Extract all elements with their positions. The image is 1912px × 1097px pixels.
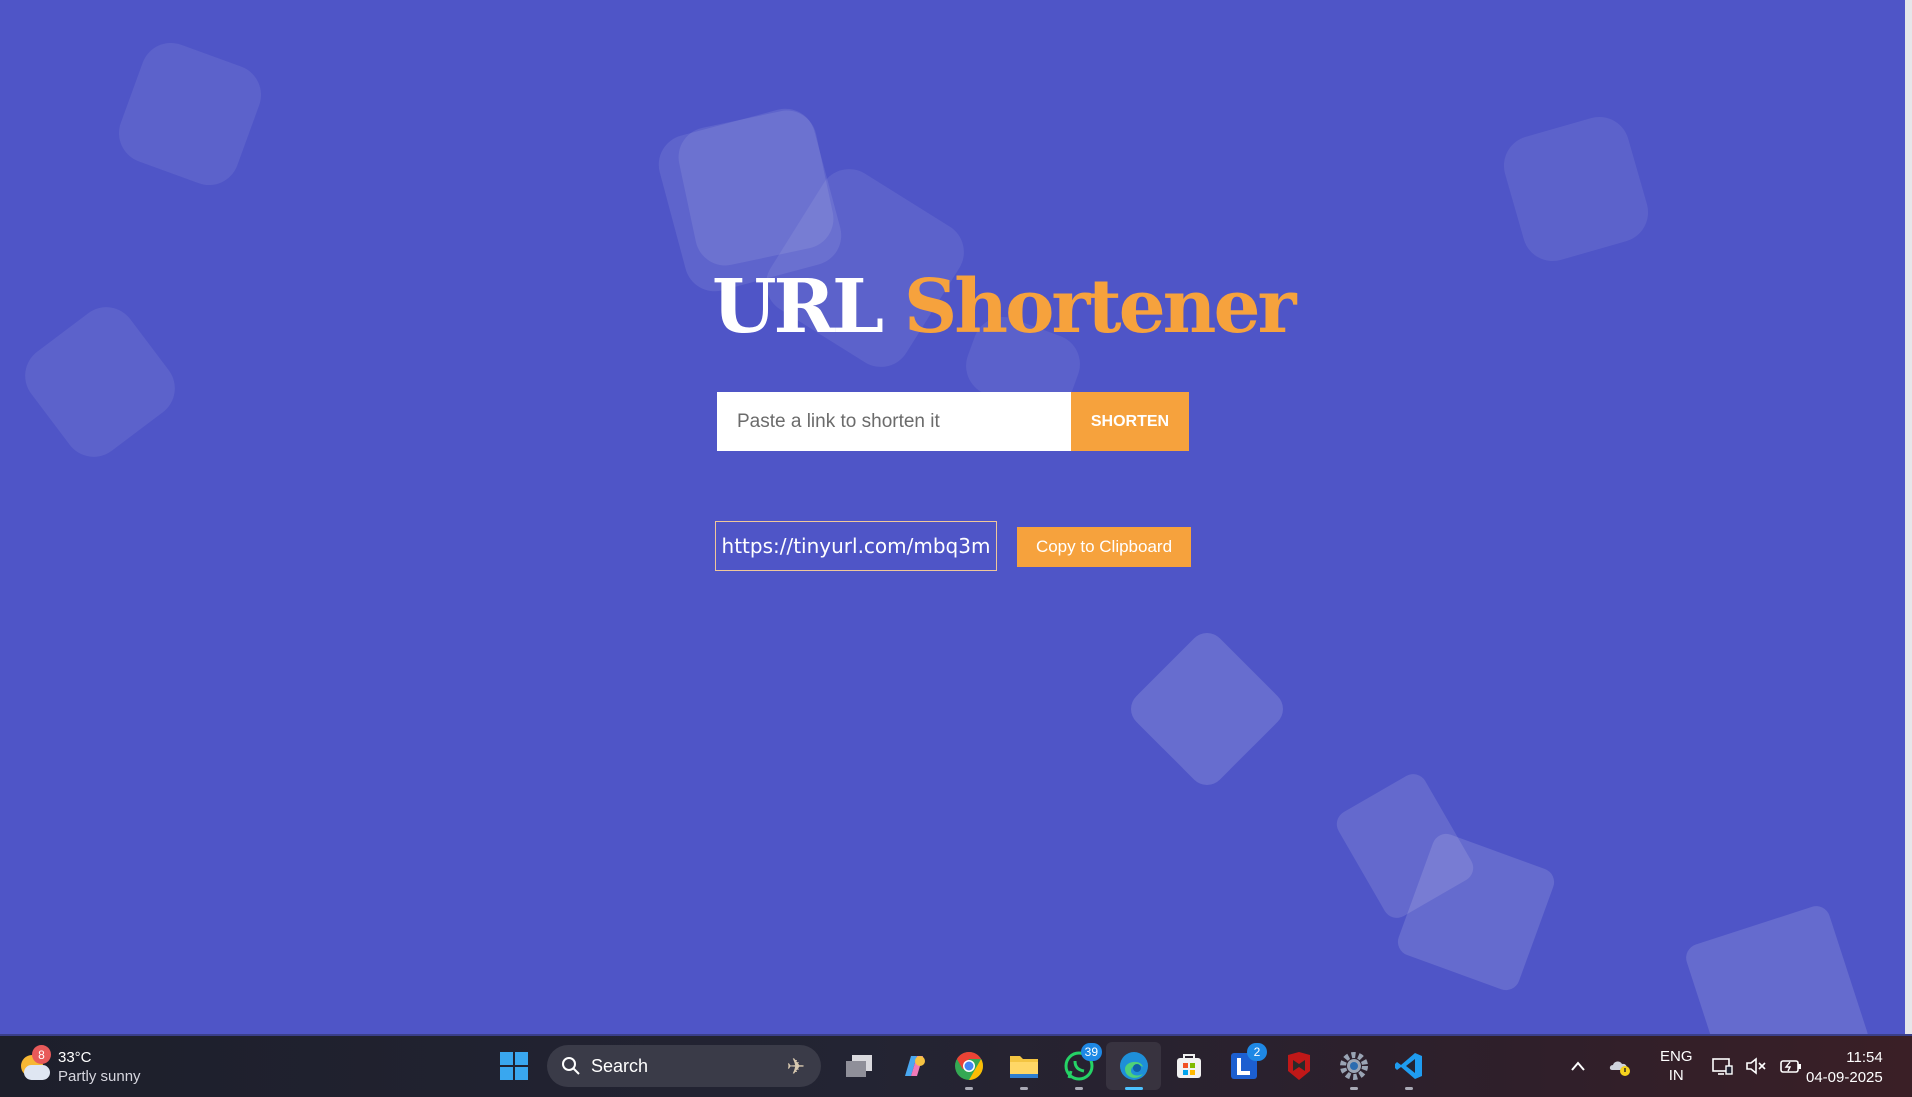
decorative-shape <box>110 34 270 194</box>
decorative-shape <box>1123 625 1291 793</box>
mcafee-icon[interactable] <box>1271 1042 1326 1090</box>
clock[interactable]: 11:54 04-09-2025 <box>1806 1048 1883 1088</box>
onedrive-warning-icon[interactable] <box>1608 1056 1632 1076</box>
decorative-shape <box>1682 902 1872 1036</box>
network-icon[interactable] <box>1711 1056 1733 1076</box>
edge-icon[interactable] <box>1106 1042 1161 1090</box>
microsoft-store-icon[interactable] <box>1161 1042 1216 1090</box>
weather-temperature: 33°C <box>58 1049 92 1066</box>
language-indicator[interactable]: ENG IN <box>1660 1047 1693 1085</box>
shorten-button[interactable]: SHORTEN <box>1071 392 1189 451</box>
url-input[interactable] <box>717 392 1071 451</box>
task-view-icon[interactable] <box>831 1042 886 1090</box>
title-word-url: URL <box>712 264 884 350</box>
copilot-icon[interactable] <box>886 1042 941 1090</box>
language-code: ENG <box>1660 1048 1693 1065</box>
taskbar-apps: Search ✈ 39 2 <box>486 1042 1436 1090</box>
search-label: Search <box>591 1055 649 1076</box>
volume-muted-icon[interactable] <box>1745 1056 1767 1076</box>
file-explorer-icon[interactable] <box>996 1042 1051 1090</box>
partly-sunny-icon: 8 <box>18 1045 51 1083</box>
battery-icon[interactable] <box>1779 1056 1803 1076</box>
clock-date: 04-09-2025 <box>1806 1069 1883 1086</box>
whatsapp-badge: 39 <box>1080 1043 1102 1061</box>
settings-gear-icon[interactable] <box>1326 1042 1381 1090</box>
taskbar: 8 33°C Partly sunny Search ✈ 39 2 ENG IN… <box>0 1036 1912 1097</box>
copy-to-clipboard-button[interactable]: Copy to Clipboard <box>1017 527 1191 567</box>
search-highlight-icon: ✈ <box>786 1054 805 1079</box>
weather-badge: 8 <box>32 1045 51 1064</box>
l-app-icon[interactable]: 2 <box>1216 1042 1271 1090</box>
title-word-shortener: Shortener <box>903 264 1297 350</box>
weather-condition: Partly sunny <box>58 1068 141 1085</box>
windows-start-icon[interactable] <box>486 1042 541 1090</box>
system-tray: ENG IN <box>1570 1042 1803 1090</box>
language-region: IN <box>1668 1067 1684 1084</box>
clock-time: 11:54 <box>1846 1049 1883 1066</box>
taskbar-search[interactable]: Search ✈ <box>547 1045 821 1087</box>
chrome-icon[interactable] <box>941 1042 996 1090</box>
l-app-badge: 2 <box>1247 1043 1267 1061</box>
short-url-display[interactable]: https://tinyurl.com/mbq3m <box>715 521 997 571</box>
app-page: URL Shortener SHORTEN https://tinyurl.co… <box>0 0 1912 1036</box>
shorten-form: SHORTEN <box>717 392 1189 451</box>
whatsapp-icon[interactable]: 39 <box>1051 1042 1106 1090</box>
weather-widget[interactable]: 8 33°C Partly sunny <box>18 1044 141 1090</box>
decorative-shape <box>13 295 187 469</box>
vscode-icon[interactable] <box>1381 1042 1436 1090</box>
page-scrollbar[interactable] <box>1905 0 1912 1036</box>
page-title: URL Shortener <box>712 270 1297 344</box>
decorative-shape <box>1496 109 1656 269</box>
search-icon <box>562 1057 580 1075</box>
chevron-up-icon[interactable] <box>1570 1060 1586 1072</box>
